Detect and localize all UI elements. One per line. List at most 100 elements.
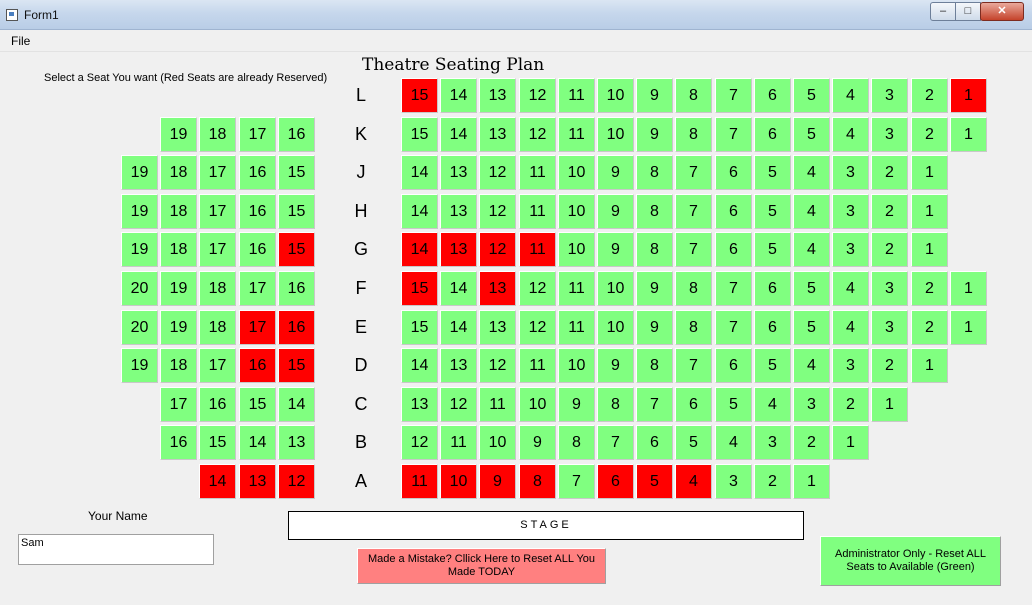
seat-F-10[interactable]: 10 [597, 271, 634, 306]
seat-K-16[interactable]: 16 [278, 117, 315, 152]
seat-F-20[interactable]: 20 [121, 271, 158, 306]
seat-K-5[interactable]: 5 [793, 117, 830, 152]
seat-K-15[interactable]: 15 [401, 117, 438, 152]
seat-G-4[interactable]: 4 [793, 232, 830, 267]
seat-E-15[interactable]: 15 [401, 310, 438, 345]
seat-G-18[interactable]: 18 [160, 232, 197, 267]
seat-E-6[interactable]: 6 [754, 310, 791, 345]
seat-E-2[interactable]: 2 [911, 310, 948, 345]
seat-G-14[interactable]: 14 [401, 232, 438, 267]
seat-D-7[interactable]: 7 [675, 348, 712, 383]
seat-G-6[interactable]: 6 [715, 232, 752, 267]
seat-H-13[interactable]: 13 [440, 194, 477, 229]
seat-K-12[interactable]: 12 [519, 117, 556, 152]
seat-F-19[interactable]: 19 [160, 271, 197, 306]
seat-G-7[interactable]: 7 [675, 232, 712, 267]
seat-C-6[interactable]: 6 [675, 387, 712, 422]
close-button[interactable]: ✕ [980, 2, 1024, 21]
seat-K-2[interactable]: 2 [911, 117, 948, 152]
seat-L-5[interactable]: 5 [793, 78, 830, 113]
seat-C-13[interactable]: 13 [401, 387, 438, 422]
seat-A-3[interactable]: 3 [715, 464, 752, 499]
seat-D-4[interactable]: 4 [793, 348, 830, 383]
seat-D-10[interactable]: 10 [558, 348, 595, 383]
seat-E-3[interactable]: 3 [871, 310, 908, 345]
seat-E-14[interactable]: 14 [440, 310, 477, 345]
seat-H-16[interactable]: 16 [239, 194, 276, 229]
seat-D-8[interactable]: 8 [636, 348, 673, 383]
seat-G-5[interactable]: 5 [754, 232, 791, 267]
seat-H-19[interactable]: 19 [121, 194, 158, 229]
seat-J-5[interactable]: 5 [754, 155, 791, 190]
seat-B-16[interactable]: 16 [160, 425, 197, 460]
seat-J-12[interactable]: 12 [479, 155, 516, 190]
seat-D-3[interactable]: 3 [832, 348, 869, 383]
seat-A-1[interactable]: 1 [793, 464, 830, 499]
seat-A-11[interactable]: 11 [401, 464, 438, 499]
seat-K-13[interactable]: 13 [479, 117, 516, 152]
seat-H-4[interactable]: 4 [793, 194, 830, 229]
seat-B-4[interactable]: 4 [715, 425, 752, 460]
seat-D-9[interactable]: 9 [597, 348, 634, 383]
seat-F-11[interactable]: 11 [558, 271, 595, 306]
seat-A-14[interactable]: 14 [199, 464, 236, 499]
seat-K-11[interactable]: 11 [558, 117, 595, 152]
seat-K-9[interactable]: 9 [636, 117, 673, 152]
admin-reset-all-button[interactable]: Administrator Only - Reset ALL Seats to … [820, 536, 1001, 586]
seat-E-4[interactable]: 4 [832, 310, 869, 345]
seat-C-2[interactable]: 2 [832, 387, 869, 422]
seat-D-19[interactable]: 19 [121, 348, 158, 383]
seat-A-9[interactable]: 9 [479, 464, 516, 499]
seat-B-7[interactable]: 7 [597, 425, 634, 460]
seat-L-1[interactable]: 1 [950, 78, 987, 113]
seat-J-7[interactable]: 7 [675, 155, 712, 190]
seat-E-18[interactable]: 18 [199, 310, 236, 345]
seat-E-17[interactable]: 17 [239, 310, 276, 345]
seat-G-19[interactable]: 19 [121, 232, 158, 267]
seat-H-9[interactable]: 9 [597, 194, 634, 229]
seat-J-14[interactable]: 14 [401, 155, 438, 190]
seat-K-4[interactable]: 4 [832, 117, 869, 152]
seat-D-6[interactable]: 6 [715, 348, 752, 383]
seat-E-7[interactable]: 7 [715, 310, 752, 345]
seat-A-5[interactable]: 5 [636, 464, 673, 499]
seat-E-16[interactable]: 16 [278, 310, 315, 345]
seat-D-13[interactable]: 13 [440, 348, 477, 383]
seat-J-1[interactable]: 1 [911, 155, 948, 190]
seat-F-8[interactable]: 8 [675, 271, 712, 306]
seat-D-14[interactable]: 14 [401, 348, 438, 383]
seat-C-8[interactable]: 8 [597, 387, 634, 422]
seat-B-2[interactable]: 2 [793, 425, 830, 460]
seat-K-3[interactable]: 3 [871, 117, 908, 152]
seat-H-8[interactable]: 8 [636, 194, 673, 229]
seat-F-1[interactable]: 1 [950, 271, 987, 306]
seat-E-20[interactable]: 20 [121, 310, 158, 345]
seat-A-4[interactable]: 4 [675, 464, 712, 499]
seat-B-14[interactable]: 14 [239, 425, 276, 460]
seat-E-19[interactable]: 19 [160, 310, 197, 345]
seat-G-8[interactable]: 8 [636, 232, 673, 267]
seat-C-5[interactable]: 5 [715, 387, 752, 422]
seat-G-16[interactable]: 16 [239, 232, 276, 267]
seat-A-8[interactable]: 8 [519, 464, 556, 499]
seat-C-1[interactable]: 1 [871, 387, 908, 422]
seat-L-12[interactable]: 12 [519, 78, 556, 113]
seat-J-13[interactable]: 13 [440, 155, 477, 190]
seat-G-12[interactable]: 12 [479, 232, 516, 267]
seat-G-9[interactable]: 9 [597, 232, 634, 267]
seat-G-10[interactable]: 10 [558, 232, 595, 267]
seat-K-1[interactable]: 1 [950, 117, 987, 152]
seat-L-14[interactable]: 14 [440, 78, 477, 113]
seat-H-17[interactable]: 17 [199, 194, 236, 229]
seat-C-15[interactable]: 15 [239, 387, 276, 422]
seat-K-14[interactable]: 14 [440, 117, 477, 152]
seat-H-1[interactable]: 1 [911, 194, 948, 229]
seat-J-19[interactable]: 19 [121, 155, 158, 190]
seat-K-18[interactable]: 18 [199, 117, 236, 152]
minimize-button[interactable]: – [930, 2, 956, 21]
seat-H-10[interactable]: 10 [558, 194, 595, 229]
seat-B-6[interactable]: 6 [636, 425, 673, 460]
seat-J-9[interactable]: 9 [597, 155, 634, 190]
seat-F-17[interactable]: 17 [239, 271, 276, 306]
seat-B-12[interactable]: 12 [401, 425, 438, 460]
